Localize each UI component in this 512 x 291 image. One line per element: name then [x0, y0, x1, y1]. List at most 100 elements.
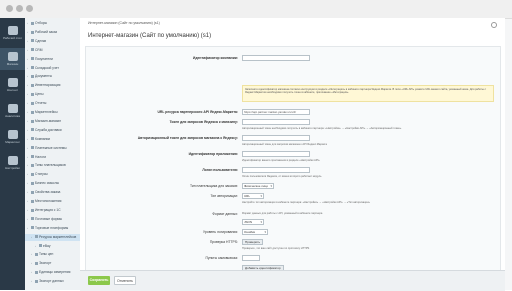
format-select[interactable]: JSON ▾	[242, 219, 264, 225]
desktop-icon	[7, 26, 18, 35]
menu-analytics[interactable]: Аналитика	[0, 100, 25, 122]
tree-item-label: Цены	[35, 92, 44, 97]
folder-icon	[35, 253, 38, 257]
row-login: Логин пользователя:	[86, 167, 500, 175]
menu-desktop[interactable]: Рабочий стол	[0, 22, 25, 44]
tree-item[interactable]: › Налоги	[25, 154, 80, 161]
tree-item[interactable]: › CRM	[25, 47, 80, 54]
tree-item-label: Магазин-магазин	[35, 118, 62, 123]
tree-item-label: Платежные системы	[35, 145, 67, 150]
row-token: Токен для запросов Яндекса к магазину:	[86, 119, 500, 127]
minimize-window-button[interactable]	[16, 5, 23, 12]
tree-item[interactable]: › Компании	[25, 136, 80, 143]
auth-token-input[interactable]	[242, 135, 310, 141]
tree-item[interactable]: › Платежные системы	[25, 145, 80, 152]
token-input[interactable]	[242, 119, 310, 125]
tree-item-label: Экспорт	[39, 261, 52, 266]
tree-item-label: Местоположения	[35, 199, 62, 203]
tree-item[interactable]: › Бизнес смыслы	[25, 180, 80, 187]
window-titlebar	[0, 0, 512, 19]
folder-icon	[31, 146, 34, 150]
close-window-button[interactable]	[6, 5, 13, 12]
tree-item[interactable]: › Цены	[25, 91, 80, 98]
menu-label: Настройки	[5, 166, 20, 170]
tree-item[interactable]: › Маркетплейсы	[25, 109, 80, 116]
tree-item[interactable]: › Интеграция с 1С	[25, 207, 80, 214]
tree-item[interactable]: › Инвентаризация	[25, 82, 80, 89]
company-id-input[interactable]	[242, 55, 310, 61]
tree-item[interactable]: › eBay	[25, 243, 80, 250]
auth-token-hint: Авторизационный токен для запросов магаз…	[242, 143, 327, 146]
tree-item[interactable]: › Сделки	[25, 38, 80, 45]
tree-item-label: Почтовые формы	[35, 216, 63, 221]
login-label: Логин пользователя:	[202, 168, 238, 172]
payer-type-select[interactable]: Физическое лицо ▾	[242, 183, 274, 189]
row-app-id: Идентификатор приложения:	[86, 151, 500, 159]
tree-item[interactable]: › Типы цен	[25, 251, 80, 258]
save-button[interactable]: Сохранить	[88, 276, 110, 285]
settings-form: Идентификатор компании: Заполните иденти…	[85, 46, 501, 286]
log-level-label: Уровень логирования:	[202, 230, 238, 234]
format-value: JSON	[244, 220, 253, 224]
https-check-button[interactable]: Проверить	[242, 239, 264, 245]
tree-item[interactable]: › Торговые платформы	[25, 225, 80, 232]
cart-icon	[7, 52, 18, 61]
tree-item[interactable]: › Почтовые формы	[25, 216, 80, 223]
tree-item[interactable]: › Экспорт данных	[25, 278, 80, 285]
tree-item[interactable]: › Отборы	[25, 20, 80, 27]
tree-item[interactable]: › Служба доставки	[25, 127, 80, 134]
folder-icon	[35, 279, 38, 283]
chevron-down-icon: ▾	[264, 230, 266, 234]
tree-item[interactable]: › Экспорт	[25, 260, 80, 267]
menu-store[interactable]: Магазин	[0, 48, 25, 70]
auth-type-select[interactable]: URL ▾	[242, 193, 264, 199]
format-label: Формат данных:	[212, 212, 238, 216]
log-level-select[interactable]: Ошибки ▾	[242, 229, 268, 235]
folder-icon	[31, 57, 34, 61]
menu-settings[interactable]: Настройки	[0, 152, 25, 174]
breadcrumb[interactable]: Интернет-магазин (Сайт по умолчанию) (s1…	[88, 21, 160, 25]
folder-icon	[31, 66, 34, 70]
pickup-points-input[interactable]	[242, 255, 260, 261]
folder-icon	[31, 92, 34, 96]
tree-item[interactable]: › Отчеты	[25, 100, 80, 107]
tree-item[interactable]: › Местоположения	[25, 198, 80, 205]
tree-item[interactable]: › Типы плательщиков	[25, 162, 80, 169]
menu-marketing[interactable]: Маркетинг	[0, 126, 25, 148]
login-input[interactable]	[242, 167, 310, 173]
info-notice: Заполните идентификатор магазина согласн…	[242, 85, 494, 102]
cancel-button[interactable]: Отменить	[114, 276, 136, 285]
app-id-input[interactable]	[242, 151, 310, 157]
folder-icon	[31, 208, 34, 212]
tree-item[interactable]: › Единицы измерения	[25, 269, 80, 276]
menu-tree: › Отборы › Рабочий заказ › Сделки › CRM › Покупат…	[25, 18, 81, 290]
tree-item[interactable]: › Рабочий заказ	[25, 29, 80, 36]
app-id-label: Идентификатор приложения:	[188, 152, 238, 156]
tree-item-label: Документы	[35, 74, 52, 79]
tree-item-label: Отборы	[35, 21, 47, 25]
auth-type-value: URL	[244, 194, 251, 198]
tree-item[interactable]: › Складской учет	[25, 65, 80, 72]
maximize-window-button[interactable]	[26, 5, 33, 12]
tree-item-label: Бизнес смыслы	[35, 181, 59, 186]
folder-icon	[31, 39, 34, 43]
tree-item[interactable]: › Документы	[25, 73, 80, 80]
tree-item-label: Налоги	[35, 154, 47, 159]
row-company-id: Идентификатор компании:	[86, 55, 500, 63]
folder-icon	[31, 83, 34, 87]
tree-item[interactable]: › Магазин-магазин	[25, 118, 80, 125]
tree-item-label: Покупатели	[35, 56, 53, 61]
menu-content[interactable]: Контент	[0, 74, 25, 96]
tree-item-label: Маркетплейсы	[35, 110, 58, 114]
settings-gear-icon[interactable]	[491, 22, 497, 28]
row-pickup-points: Пункты самовывоза:	[86, 255, 500, 263]
tree-item[interactable]: › Статусы	[25, 171, 80, 178]
tree-item[interactable]: › Ресурсы маркетплейсов	[25, 233, 80, 241]
payer-type-label: Тип плательщика для заказов:	[189, 184, 238, 188]
api-url-input[interactable]: https://api.partner.market.yandex.ru/v2/	[242, 109, 310, 115]
tree-item[interactable]: › Свойства заказа	[25, 189, 80, 196]
chart-icon	[7, 104, 18, 113]
tree-item-label: eBay	[43, 243, 51, 248]
tree-item[interactable]: › Покупатели	[25, 56, 80, 63]
folder-icon	[31, 164, 34, 168]
